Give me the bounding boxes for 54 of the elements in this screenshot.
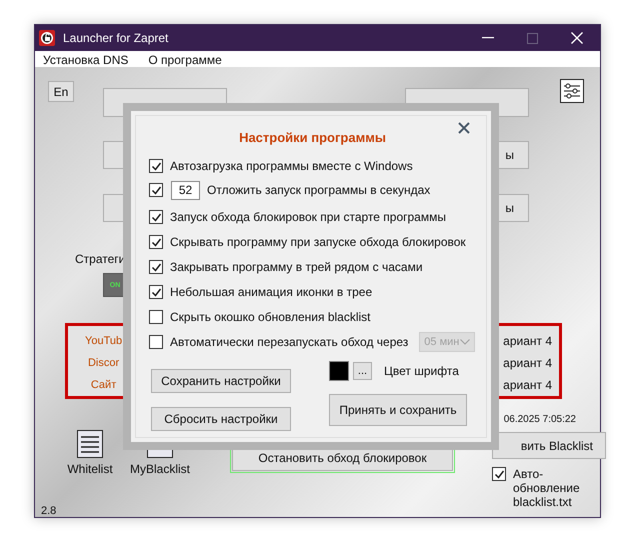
font-color-label: Цвет шрифта — [384, 364, 459, 378]
checkmark-icon — [150, 236, 162, 248]
app-logo-icon — [39, 30, 55, 46]
list-label: Whitelist — [67, 462, 113, 476]
menu-item[interactable]: О программе — [148, 53, 222, 67]
checkbox[interactable] — [492, 467, 506, 481]
list-label: MyBlacklist — [130, 462, 190, 476]
checkmark-icon — [494, 468, 504, 480]
apply-save-button[interactable]: Принять и сохранить — [329, 394, 467, 426]
option-label: Запуск обхода блокировок при старте программы — [170, 210, 446, 224]
auto-update-label: Авто-обновление blacklist.txt — [513, 467, 581, 509]
checkbox[interactable] — [149, 159, 163, 173]
font-color-swatch[interactable] — [329, 361, 349, 381]
option-label: Автоматически перезапускать обход через — [170, 335, 408, 349]
service-name: Сайт — [90, 378, 116, 393]
strategy-variant: ариант 4 — [503, 334, 552, 349]
close-icon[interactable] — [458, 122, 470, 134]
checkbox[interactable] — [149, 285, 163, 299]
checkbox[interactable] — [149, 310, 163, 324]
menu-item[interactable]: Установка DNS — [43, 53, 128, 67]
option-label: Закрывать программу в трей рядом с часами — [170, 260, 423, 274]
option-label: Скрывать программу при запуске обхода блокировок — [170, 235, 466, 249]
number-field[interactable]: 52 — [171, 180, 200, 200]
checkbox[interactable] — [149, 183, 163, 197]
update-time: 06.2025 7:05:22 — [504, 414, 576, 425]
window-title: Launcher for Zapret — [63, 31, 168, 45]
checkmark-icon — [150, 184, 162, 196]
chevron-down-icon — [460, 339, 470, 345]
checkbox[interactable] — [149, 235, 163, 249]
save-settings-button[interactable]: Сохранить настройки — [151, 369, 291, 393]
interval-dropdown: 05 мин — [419, 332, 476, 352]
minimize-icon[interactable] — [482, 37, 494, 39]
checkmark-icon — [150, 160, 162, 172]
checkmark-icon — [150, 286, 162, 298]
language-button[interactable]: En — [48, 81, 74, 102]
color-picker-button[interactable]: ... — [353, 362, 372, 380]
dialog-title: Настройки программы — [239, 130, 386, 145]
option-label: Скрыть окошко обновления blacklist — [170, 310, 371, 324]
list-icon[interactable] — [77, 430, 103, 458]
checkbox[interactable] — [149, 260, 163, 274]
reset-settings-button[interactable]: Сбросить настройки — [151, 407, 291, 431]
update-blacklist-button[interactable]: вить Blacklist — [492, 432, 606, 459]
checkbox[interactable] — [149, 210, 163, 224]
checkmark-icon — [150, 212, 162, 222]
settings-icon[interactable] — [560, 79, 584, 103]
option-label: Отложить запуск программы в секундах — [207, 183, 430, 197]
option-label: Автозагрузка программы вместе с Windows — [170, 159, 413, 173]
service-name: Discor — [88, 356, 120, 371]
strategy-variant: ариант 4 — [503, 378, 552, 393]
strategy-variant: ариант 4 — [503, 356, 552, 371]
version-label: 2.8 — [41, 505, 58, 517]
service-name: YouTub — [85, 334, 122, 349]
checkmark-icon — [150, 262, 162, 272]
option-label: Небольшая анимация иконки в трее — [170, 285, 372, 299]
